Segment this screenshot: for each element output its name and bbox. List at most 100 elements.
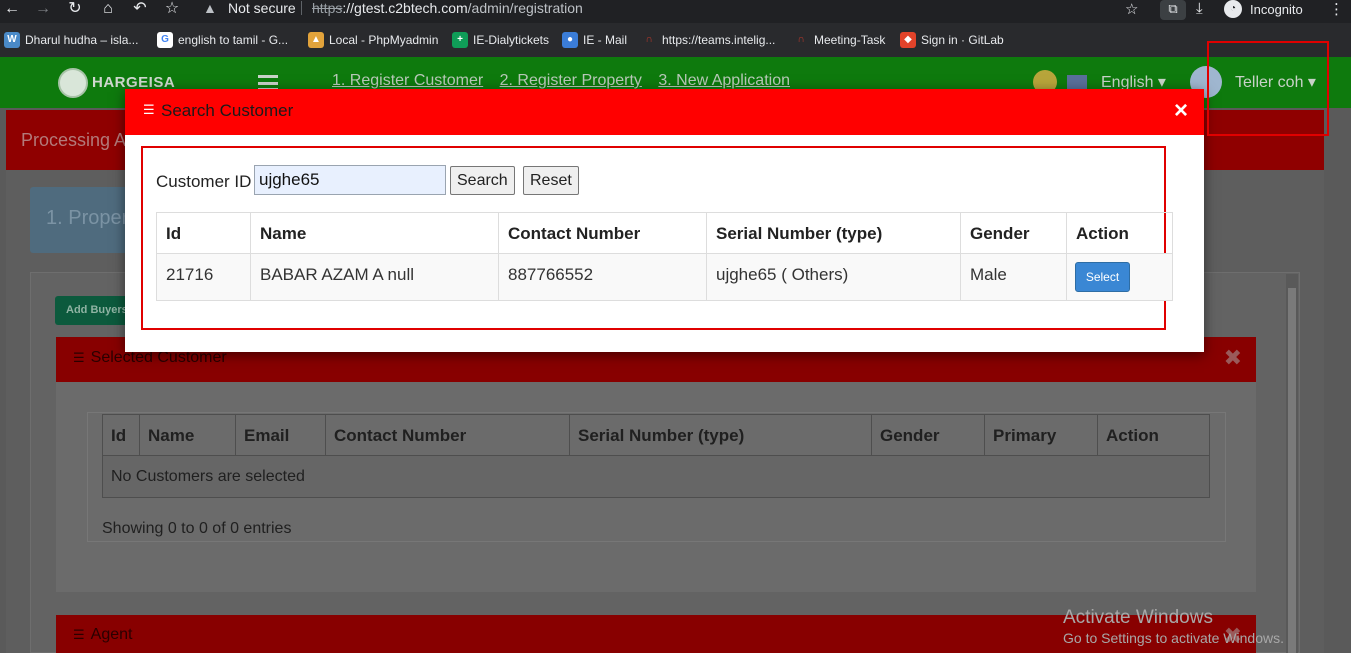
warning-icon: ▲: [203, 0, 217, 16]
property-step-label: 1. Propert: [46, 207, 134, 229]
scrollbar-thumb[interactable]: [1288, 288, 1296, 653]
security-label: Not secure: [228, 0, 296, 16]
select-button[interactable]: Select: [1075, 262, 1130, 292]
bookmark-item[interactable]: ◆ Sign in · GitLab: [900, 31, 1004, 49]
bookmark-item[interactable]: Genglish to tamil - G...: [157, 31, 288, 49]
bookmarks-bar: W Dharul hudha – isla... Genglish to tami…: [0, 23, 1351, 57]
watermark-line2: Go to Settings to activate Windows.: [1063, 629, 1284, 646]
sheets-icon: +: [452, 32, 468, 48]
list-icon: ☰: [73, 627, 85, 642]
empty-row: No Customers are selected: [102, 456, 1210, 498]
column-header: Name: [140, 415, 236, 457]
column-header: Serial Number (type): [707, 213, 961, 253]
bookmark-label: Local - PhpMyadmin: [329, 33, 439, 47]
bookmark-item[interactable]: W Dharul hudha – isla...: [4, 31, 138, 49]
customer-id-input[interactable]: [254, 165, 446, 195]
reset-button[interactable]: Reset: [523, 166, 579, 195]
incognito-icon: ◔: [1224, 0, 1242, 18]
home-icon[interactable]: ⌂: [96, 0, 120, 18]
step-links: 1. Register Customer 2. Register Propert…: [332, 72, 802, 90]
phpmyadmin-icon: ▲: [308, 32, 324, 48]
search-customer-modal: ☰ Search Customer × Customer ID Search R…: [125, 89, 1204, 352]
column-header: Name: [251, 213, 499, 253]
column-header: Contact Number: [326, 415, 570, 457]
column-header: Action: [1076, 224, 1129, 243]
list-icon: ☰: [143, 102, 155, 117]
browser-toolbar: ← → ↻ ⌂ ↶ ☆ ▲ Not secure https://gtest.c…: [0, 0, 1351, 23]
url-path: /admin/registration: [467, 0, 583, 16]
globe-icon: ●: [562, 32, 578, 48]
modal-close-button[interactable]: ×: [1171, 99, 1191, 123]
search-button[interactable]: Search: [450, 166, 515, 195]
bookmark-label: IE - Mail: [583, 33, 628, 47]
column-header: Id: [103, 415, 140, 457]
incognito-indicator[interactable]: ◔ Incognito: [1224, 0, 1303, 18]
task-icon: ∩: [797, 34, 805, 45]
bookmark-star-icon[interactable]: ☆: [160, 0, 184, 18]
agent-title-text: Agent: [90, 626, 133, 643]
modal-header: ☰ Search Customer ×: [125, 89, 1204, 135]
download-icon[interactable]: ⤓: [1196, 0, 1203, 17]
watermark-line1: Activate Windows: [1063, 607, 1213, 628]
agent-title: ☰ Agent: [73, 626, 132, 644]
bookmark-item[interactable]: ∩ Meeting-Task: [793, 31, 885, 49]
bookmark-label: english to tamil - G...: [178, 33, 289, 47]
column-header: Primary: [985, 415, 1098, 457]
forward-icon[interactable]: →: [31, 0, 55, 18]
gitlab-icon: ◆: [900, 32, 916, 48]
star-icon[interactable]: ☆: [1125, 0, 1138, 18]
menu-icon[interactable]: ⋮: [1329, 0, 1344, 18]
undo-icon[interactable]: ↶: [128, 0, 152, 18]
cell-gender: Male: [961, 254, 1067, 300]
column-header: Contact Number: [499, 213, 707, 253]
address-separator: [301, 1, 302, 15]
logo-icon: [58, 68, 88, 98]
table-header: Id Name Contact Number Serial Number (ty…: [157, 213, 1172, 254]
windows-watermark: Activate Windows Go to Settings to activ…: [1063, 607, 1284, 647]
bookmark-item[interactable]: ▲ Local - PhpMyadmin: [308, 31, 438, 49]
bookmark-label: IE-Dialytickets: [473, 33, 550, 47]
cell-action: Select: [1067, 254, 1172, 300]
step-register-property[interactable]: 2. Register Property: [500, 72, 642, 89]
table-header: Id Name Email Contact Number Serial Numb…: [102, 414, 1210, 457]
bookmark-item[interactable]: ∩ https://teams.intelig...: [641, 31, 775, 49]
teams-icon: ∩: [645, 34, 653, 45]
uk-flag-icon: [1067, 75, 1087, 89]
table-row: 21716 BABAR AZAM A null 887766552 ujghe6…: [157, 254, 1172, 300]
reload-icon[interactable]: ↻: [63, 0, 87, 18]
url-protocol: https: [312, 0, 343, 16]
close-icon[interactable]: ✖: [1224, 345, 1242, 371]
processing-title: Processing A: [21, 130, 127, 150]
step-new-application[interactable]: 3. New Application: [658, 72, 790, 89]
cell-id: 21716: [157, 254, 251, 300]
bookmark-label: Sign in · GitLab: [921, 33, 1004, 47]
cell-name: BABAR AZAM A null: [251, 254, 499, 300]
column-header: Email: [236, 415, 326, 457]
wordpress-icon: W: [4, 32, 20, 48]
user-highlight-box: [1207, 41, 1329, 136]
column-header: Action: [1106, 426, 1159, 445]
column-header: Id: [157, 213, 251, 253]
cell-serial: ujghe65 ( Others): [707, 254, 961, 300]
customer-id-label: Customer ID: [156, 172, 252, 191]
cell-contact: 887766552: [499, 254, 707, 300]
bookmark-item[interactable]: + IE-Dialytickets: [452, 31, 549, 49]
bookmark-label: Dharul hudha – isla...: [25, 33, 139, 47]
selected-customers-table: Id Name Email Contact Number Serial Numb…: [102, 414, 1210, 498]
bookmark-label: Meeting-Task: [814, 33, 886, 47]
google-icon: G: [157, 32, 173, 48]
list-icon: ☰: [73, 350, 85, 365]
bookmark-item[interactable]: ● IE - Mail: [562, 31, 627, 49]
url-host: ://gtest.c2btech.com: [342, 0, 468, 16]
column-header: Serial Number (type): [570, 415, 872, 457]
extension-icon[interactable]: ⧉: [1160, 0, 1186, 20]
column-header: Gender: [961, 213, 1067, 253]
search-results-table: Id Name Contact Number Serial Number (ty…: [156, 212, 1173, 301]
scrollbar[interactable]: [1286, 274, 1298, 653]
step-register-customer[interactable]: 1. Register Customer: [332, 72, 483, 89]
entries-info: Showing 0 to 0 of 0 entries: [102, 520, 292, 537]
back-icon[interactable]: ←: [0, 0, 24, 18]
address-bar[interactable]: ▲ Not secure https://gtest.c2btech.com/a…: [195, 0, 1145, 18]
bookmark-label: https://teams.intelig...: [662, 33, 776, 47]
url-text: https://gtest.c2btech.com/admin/registra…: [312, 0, 583, 16]
